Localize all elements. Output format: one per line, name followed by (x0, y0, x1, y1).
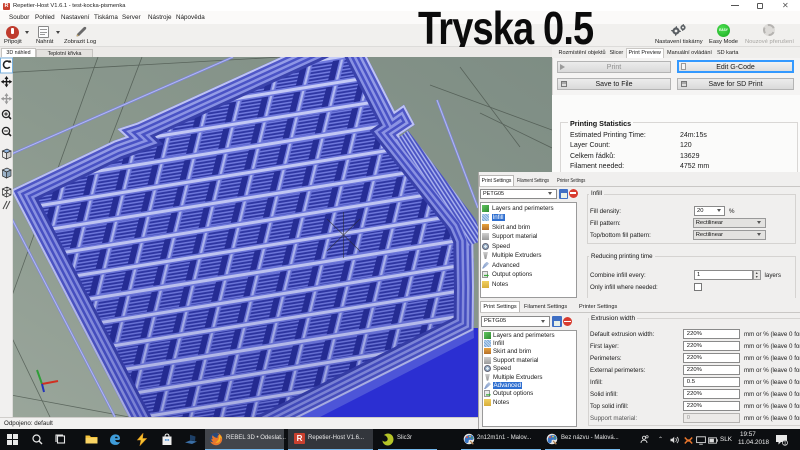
svg-text:1: 1 (783, 441, 786, 446)
